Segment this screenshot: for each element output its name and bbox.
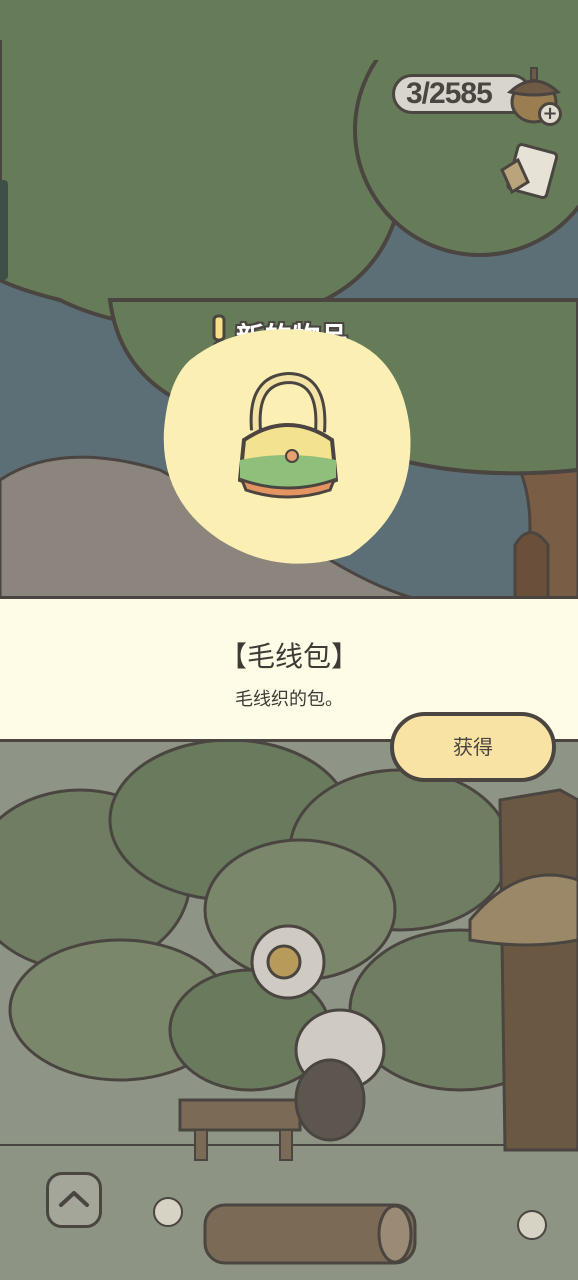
memo-icon[interactable] — [498, 142, 560, 206]
expand-button[interactable] — [46, 1172, 102, 1228]
side-drawer-tab[interactable] — [0, 180, 8, 280]
get-button[interactable]: 获得 — [390, 712, 556, 782]
acorn-count: 3/2585 — [406, 77, 493, 110]
plus-icon[interactable]: + — [538, 102, 562, 126]
acorn-counter[interactable]: 3/2585 + — [392, 67, 564, 126]
chevron-up-icon — [59, 1191, 89, 1207]
item-highlight — [163, 329, 411, 564]
item-name: 【毛线包】 — [218, 640, 359, 673]
item-description: 毛线织的包。 — [235, 689, 343, 710]
